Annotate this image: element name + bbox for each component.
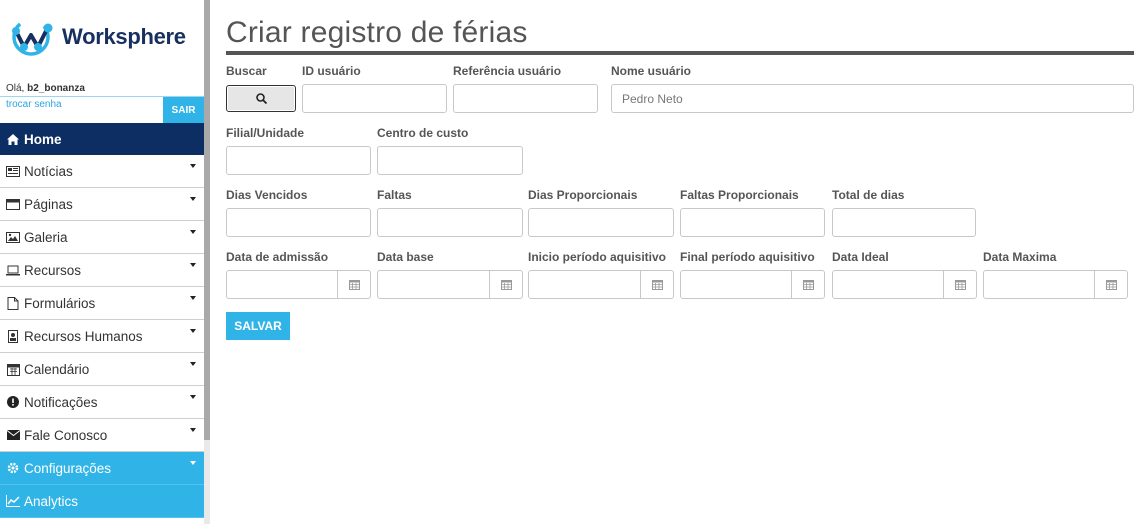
exclamation-circle-icon [6,395,20,409]
expired-days-label: Dias Vencidos [226,188,308,202]
proportional-days-input[interactable] [528,208,674,237]
admission-date-input[interactable] [226,270,371,299]
image-icon [6,230,20,244]
admission-date-label: Data de admissão [226,250,329,264]
total-days-input[interactable] [832,208,976,237]
proportional-absences-input[interactable] [680,208,825,237]
calendar-icon [6,362,20,376]
save-button[interactable]: SALVAR [226,312,290,340]
acquisition-end-input[interactable] [680,270,825,299]
absences-label: Faltas [377,188,412,202]
calendar-icon[interactable] [1094,271,1127,298]
chevron-down-icon[interactable] [190,395,196,399]
newspaper-icon [6,164,20,178]
sidebar-item-configuracoes[interactable]: Configurações [0,452,204,485]
chevron-down-icon[interactable] [190,197,196,201]
chevron-down-icon[interactable] [190,461,196,465]
user-id-input[interactable] [302,84,447,113]
sidebar-item-recursos[interactable]: Recursos [0,254,204,287]
sidebar-item-calendario[interactable]: Calendário [0,353,204,386]
base-date-label: Data base [377,250,434,264]
calendar-icon[interactable] [943,271,976,298]
acquisition-end-label: Final período aquisitivo [680,250,815,264]
calendar-icon[interactable] [791,271,824,298]
sidebar-scrollbar[interactable] [204,0,210,524]
acquisition-start-label: Inicio período aquisitivo [528,250,667,264]
cost-center-label: Centro de custo [377,126,469,140]
id-badge-icon [6,329,20,343]
username: b2_bonanza [27,83,85,94]
branch-input[interactable] [226,146,371,175]
user-id-label: ID usuário [302,64,361,78]
change-password-link[interactable]: trocar senha [6,99,62,110]
chevron-down-icon[interactable] [190,428,196,432]
expired-days-input[interactable] [226,208,371,237]
sidebar-item-analytics[interactable]: Analytics [0,485,204,518]
base-date-input[interactable] [377,270,523,299]
calendar-icon[interactable] [640,271,673,298]
window-icon [6,197,20,211]
max-date-label: Data Maxima [983,250,1057,264]
sidebar-item-home[interactable]: Home [0,123,204,155]
acquisition-start-input[interactable] [528,270,674,299]
brand-logo[interactable]: Worksphere [10,14,186,60]
sidebar-item-noticias[interactable]: Notícias [0,155,204,188]
account-row: trocar senha SAIR [0,96,204,123]
chevron-down-icon[interactable] [190,263,196,267]
search-button[interactable] [226,85,296,112]
cost-center-input[interactable] [377,146,523,175]
chevron-down-icon[interactable] [190,230,196,234]
envelope-icon [6,428,20,442]
sidebar-item-fale-conosco[interactable]: Fale Conosco [0,419,204,452]
absences-input[interactable] [377,208,523,237]
calendar-icon[interactable] [489,271,522,298]
brand-name: Worksphere [62,24,186,49]
chevron-down-icon[interactable] [190,329,196,333]
worksphere-logo-icon [12,18,53,56]
chevron-down-icon[interactable] [190,164,196,168]
sidebar-item-galeria[interactable]: Galeria [0,221,204,254]
sidebar-menu: Home Notícias Páginas Galeria Recursos F… [0,123,204,518]
sidebar-item-formularios[interactable]: Formulários [0,287,204,320]
laptop-icon [6,263,20,277]
logout-button[interactable]: SAIR [163,97,204,123]
chevron-down-icon[interactable] [190,362,196,366]
user-ref-input[interactable] [453,84,598,113]
max-date-input[interactable] [983,270,1128,299]
proportional-absences-label: Faltas Proporcionais [680,188,799,202]
search-label: Buscar [226,64,267,78]
title-divider [226,51,1134,55]
ideal-date-input[interactable] [832,270,977,299]
search-icon [255,93,267,104]
calendar-icon[interactable] [337,271,370,298]
chevron-down-icon[interactable] [190,296,196,300]
sidebar-item-notificacoes[interactable]: Notificações [0,386,204,419]
sidebar-item-paginas[interactable]: Páginas [0,188,204,221]
proportional-days-label: Dias Proporcionais [528,188,638,202]
home-icon [6,132,20,146]
page-title: Criar registro de férias [226,16,528,49]
sidebar: Worksphere Olá, b2_bonanza trocar senha … [0,0,204,524]
sidebar-item-recursos-humanos[interactable]: Recursos Humanos [0,320,204,353]
file-icon [6,296,20,310]
user-name-label: Nome usuário [611,64,692,78]
gear-icon [6,461,20,475]
user-greeting: Olá, b2_bonanza [6,83,85,94]
sidebar-scrollbar-thumb[interactable] [204,0,210,440]
branch-label: Filial/Unidade [226,126,305,140]
ideal-date-label: Data Ideal [832,250,889,264]
total-days-label: Total de dias [832,188,905,202]
line-chart-icon [6,494,20,508]
user-ref-label: Referência usuário [453,64,562,78]
user-name-input[interactable]: Pedro Neto [611,84,1134,113]
